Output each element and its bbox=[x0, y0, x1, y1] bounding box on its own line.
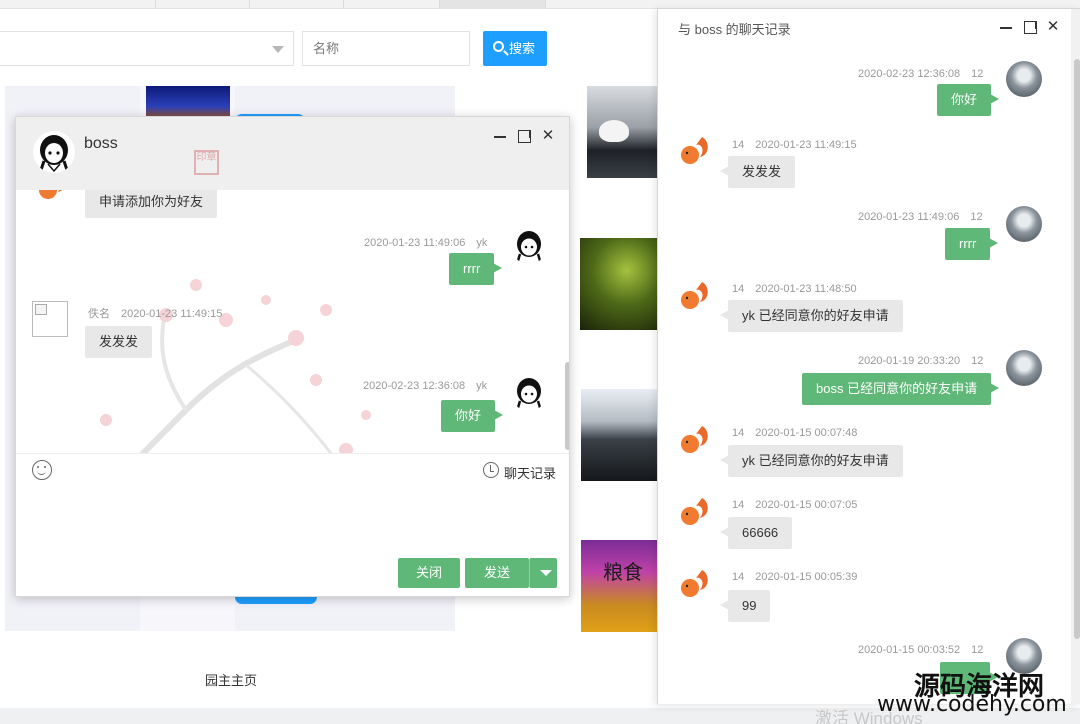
chat-header: boss 印章 ✕ bbox=[16, 117, 569, 190]
grain-thumbnail[interactable]: 粮食 bbox=[581, 540, 658, 632]
sprout-thumbnail[interactable] bbox=[580, 238, 658, 330]
message-bubble: 申请添加你为好友 bbox=[85, 190, 218, 218]
search-icon bbox=[493, 41, 504, 52]
contact-avatar[interactable] bbox=[676, 494, 712, 530]
message-bubble: 你好 bbox=[937, 84, 1000, 116]
my-avatar[interactable] bbox=[1006, 350, 1042, 386]
message-bubble: 发发发 bbox=[85, 326, 153, 358]
name-search-input[interactable]: 名称 bbox=[302, 31, 470, 66]
minimize-icon[interactable] bbox=[492, 128, 508, 144]
minimize-icon[interactable] bbox=[998, 19, 1014, 35]
message-bubble: boss 已经同意你的好友申请 bbox=[802, 373, 1000, 405]
close-icon[interactable]: ✕ bbox=[540, 128, 556, 144]
message-meta: 2020-01-23 11:49:06 12 bbox=[858, 211, 983, 223]
message-bubble: rrrr bbox=[449, 253, 503, 285]
contact-avatar[interactable] bbox=[676, 422, 712, 458]
message-bubble: 99 bbox=[719, 590, 771, 622]
send-options-dropdown[interactable] bbox=[529, 558, 557, 588]
chat-window: boss 印章 ✕ 申请添加你为好友 2020-01-23 11:49:06 y… bbox=[15, 116, 570, 597]
sender-avatar[interactable] bbox=[34, 190, 70, 204]
chat-history-link[interactable]: 聊天记录 bbox=[483, 462, 557, 482]
message-bubble: 发发发 bbox=[719, 156, 796, 188]
chevron-down-icon bbox=[272, 46, 284, 53]
broken-avatar-image bbox=[32, 301, 68, 337]
history-title: 与 boss 的聊天记录 bbox=[678, 22, 791, 37]
message-meta: 佚名 2020-01-23 11:49:15 bbox=[88, 308, 223, 320]
contact-avatar[interactable] bbox=[676, 278, 712, 314]
tab[interactable] bbox=[60, 0, 156, 9]
message-meta: 14 2020-01-23 11:49:15 bbox=[732, 139, 857, 151]
message-meta: 14 2020-01-23 11:48:50 bbox=[732, 283, 857, 295]
footer-home-link[interactable]: 园主主页 bbox=[205, 670, 257, 689]
maximize-icon[interactable] bbox=[516, 128, 532, 144]
clock-icon bbox=[483, 462, 499, 478]
my-avatar[interactable] bbox=[1006, 206, 1042, 242]
message-bubble: yk 已经同意你的好友申请 bbox=[720, 445, 903, 477]
close-button[interactable]: 关闭 bbox=[398, 558, 460, 588]
search-button[interactable]: 搜索 bbox=[483, 31, 547, 66]
message-meta: 14 2020-01-15 00:07:05 bbox=[732, 499, 858, 511]
contact-avatar[interactable] bbox=[33, 131, 75, 173]
my-avatar[interactable] bbox=[511, 375, 547, 411]
tab[interactable] bbox=[344, 0, 440, 9]
contact-avatar[interactable] bbox=[676, 133, 712, 169]
message-meta: 2020-02-23 12:36:08 yk bbox=[363, 380, 488, 392]
close-icon[interactable]: ✕ bbox=[1045, 19, 1061, 35]
message-bubble: 66666 bbox=[719, 517, 793, 549]
swan-thumbnail[interactable] bbox=[587, 86, 658, 178]
message-meta: 14 2020-01-15 00:05:39 bbox=[732, 571, 858, 583]
message-meta: 14 2020-01-15 00:07:48 bbox=[732, 427, 858, 439]
message-meta: 2020-01-15 00:03:52 12 bbox=[858, 644, 984, 656]
tab[interactable] bbox=[250, 0, 344, 9]
message-bubble: rrrr bbox=[945, 228, 999, 260]
contact-name: boss bbox=[84, 135, 118, 152]
history-message-list[interactable]: 2020-02-23 12:36:08 12 你好 14 2020-01-23 … bbox=[658, 54, 1080, 704]
search-button-label: 搜索 bbox=[509, 41, 536, 56]
chat-toolbar: 聊天记录 bbox=[16, 453, 569, 491]
my-avatar[interactable] bbox=[1006, 61, 1042, 97]
emoji-icon[interactable] bbox=[32, 460, 52, 480]
history-scrollbar[interactable] bbox=[1074, 59, 1080, 639]
message-meta: 2020-02-23 12:36:08 12 bbox=[858, 68, 984, 80]
grain-thumbnail-text: 粮食 bbox=[603, 560, 643, 584]
tab[interactable] bbox=[156, 0, 250, 9]
message-bubble: yk 已经同意你的好友申请 bbox=[720, 300, 903, 332]
message-bubble: 你好 bbox=[441, 400, 504, 432]
message-meta: 2020-01-19 20:33:20 12 bbox=[858, 355, 984, 367]
maximize-icon[interactable] bbox=[1022, 19, 1038, 35]
chat-history-panel: 与 boss 的聊天记录 ✕ 2020-02-23 12:36:08 12 你好… bbox=[657, 8, 1080, 704]
category-select[interactable] bbox=[0, 31, 294, 66]
send-button[interactable]: 发送 bbox=[465, 558, 529, 588]
my-avatar[interactable] bbox=[511, 228, 547, 264]
contact-avatar[interactable] bbox=[676, 566, 712, 602]
chat-message-area[interactable]: 申请添加你为好友 2020-01-23 11:49:06 yk rrrr 佚名 … bbox=[16, 190, 569, 453]
site-watermark-url: www.codehy.com bbox=[877, 692, 1067, 717]
message-input[interactable] bbox=[16, 491, 569, 553]
chat-scrollbar[interactable] bbox=[565, 362, 569, 450]
fireworks-thumbnail[interactable] bbox=[146, 86, 230, 120]
seal-stamp: 印章 bbox=[194, 150, 219, 175]
chat-history-label: 聊天记录 bbox=[504, 466, 557, 481]
message-meta: 2020-01-23 11:49:06 yk bbox=[364, 237, 488, 249]
car-thumbnail[interactable] bbox=[581, 389, 658, 481]
tab-active[interactable] bbox=[440, 0, 546, 9]
